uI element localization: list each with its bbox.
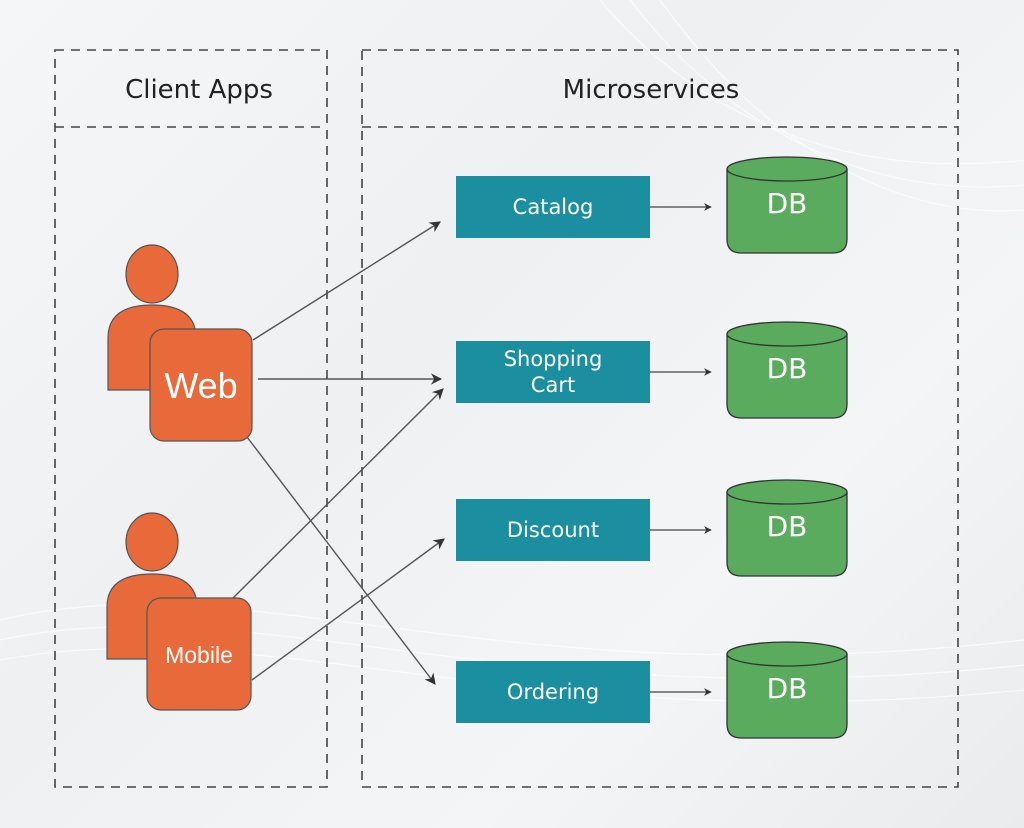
client-web[interactable]: Web <box>107 244 253 442</box>
database-ordering[interactable]: DB <box>726 641 848 739</box>
database-top <box>726 641 848 667</box>
database-top <box>726 321 848 347</box>
connection-mobile-to-shopping-cart <box>232 388 444 599</box>
architecture-diagram: Client Apps Microservices Web Mobile Cat… <box>0 0 1024 788</box>
service-label: Catalog <box>513 195 594 219</box>
database-catalog[interactable]: DB <box>726 156 848 254</box>
web-label: Web <box>164 365 237 406</box>
database-top <box>726 156 848 182</box>
database-label: DB <box>767 352 808 385</box>
connection-web-to-catalog <box>252 221 441 341</box>
database-label: DB <box>767 187 808 220</box>
service-ordering[interactable]: Ordering DB <box>456 641 848 739</box>
database-label: DB <box>767 672 808 705</box>
service-label: Discount <box>507 518 599 542</box>
mobile-label: Mobile <box>165 642 233 668</box>
microservices-title: Microservices <box>563 75 740 105</box>
client-apps-title: Client Apps <box>125 75 273 105</box>
services: Catalog DBShoppingCart DBDiscount DBOrderin… <box>456 156 848 739</box>
database-discount[interactable]: DB <box>726 479 848 577</box>
database-shopping-cart[interactable]: DB <box>726 321 848 419</box>
service-label: Ordering <box>507 680 599 704</box>
service-shopping-cart[interactable]: ShoppingCart DB <box>456 321 848 419</box>
service-discount[interactable]: Discount DB <box>456 479 848 577</box>
database-label: DB <box>767 510 808 543</box>
service-label: Shopping <box>504 347 603 371</box>
database-top <box>726 479 848 505</box>
connection-web-to-ordering <box>246 436 436 685</box>
service-label: Cart <box>531 373 575 397</box>
client-mobile[interactable]: Mobile <box>106 512 252 711</box>
service-catalog[interactable]: Catalog DB <box>456 156 848 254</box>
connections <box>232 221 445 685</box>
